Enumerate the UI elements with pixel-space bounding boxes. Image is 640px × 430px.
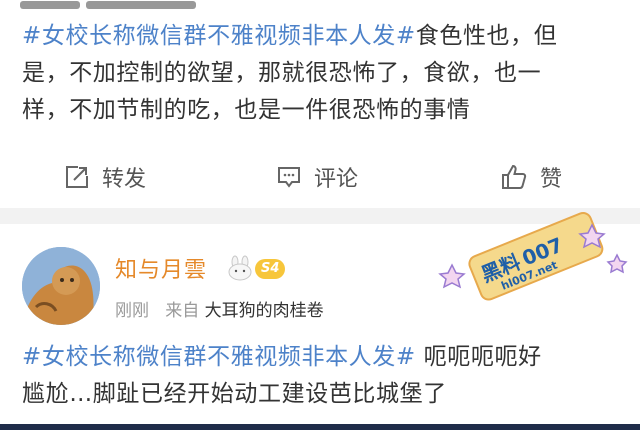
post-text: 食色性也，但 [415,23,558,49]
level-badge: S4 [255,259,286,279]
topic-link-2[interactable]: #女校长称微信群不雅视频非本人发# [22,344,416,370]
avatar[interactable] [22,247,100,325]
like-button[interactable]: 赞 [500,160,562,194]
star-icon [606,253,628,274]
like-label: 赞 [540,167,563,192]
comment-icon [278,167,300,188]
post-meta: 刚刚 来自 大耳狗的肉桂卷 [115,296,324,321]
source-prefix: 来自 [165,301,200,321]
topic-link[interactable]: #女校长称微信群不雅视频非本人发# [22,23,416,49]
bunny-icon [228,255,252,281]
post-text-line-2: 是，不加控制的欲望，那就很恐怖了，食欲，也一 [22,60,542,86]
post-time: 刚刚 [115,301,149,321]
username[interactable]: 知与月雲 [115,252,207,284]
comment-button[interactable]: 评论 [276,160,358,194]
post-text-line-3: 样，不加节制的吃，也是一件很恐怖的事情 [22,97,471,123]
repost-icon [66,166,88,188]
cropped-previous-content [20,0,280,9]
media-preview-edge [0,424,640,430]
post2-text-line-2: 尴尬…脚趾已经开始动工建设芭比城堡了 [22,381,447,407]
post-text-line-1: #女校长称微信群不雅视频非本人发#食色性也，但 [22,18,557,55]
source-link[interactable]: 大耳狗的肉桂卷 [205,301,324,321]
post2-text-line-1: #女校长称微信群不雅视频非本人发# 呃呃呃呃好 [22,339,542,376]
comment-label: 评论 [314,167,359,192]
thumbs-up-icon [502,164,527,189]
post2-text: 呃呃呃呃好 [423,344,542,370]
repost-label: 转发 [102,167,147,192]
repost-button[interactable]: 转发 [64,160,146,194]
star-icon [438,263,466,289]
watermark-logo: 黑料 007 hl007.net [438,212,628,301]
action-bar: 转发 评论 赞 [0,150,640,204]
